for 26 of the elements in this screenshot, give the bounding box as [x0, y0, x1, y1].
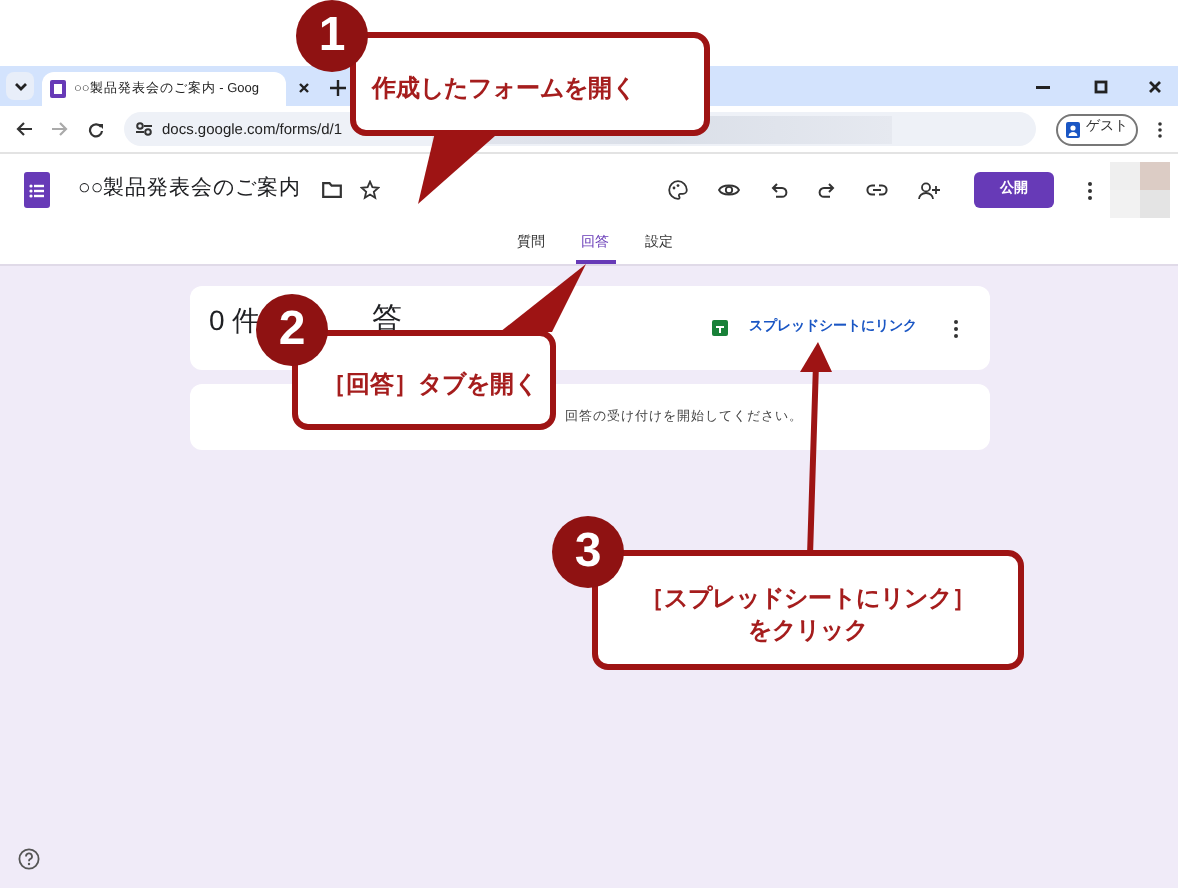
site-settings-icon[interactable]	[136, 122, 152, 136]
spreadsheet-icon	[711, 320, 727, 336]
form-title: ○○製品発表会のご案内	[78, 174, 302, 205]
add-person-icon[interactable]	[918, 181, 940, 199]
minimize-icon[interactable]	[1036, 86, 1050, 90]
help-icon[interactable]	[18, 848, 40, 870]
close-icon[interactable]	[298, 82, 310, 94]
folder-icon[interactable]	[321, 182, 342, 198]
tab-list-button[interactable]	[6, 72, 34, 100]
link-icon[interactable]	[866, 184, 888, 196]
redo-icon[interactable]	[818, 182, 836, 198]
forms-logo-icon	[24, 172, 50, 208]
eye-icon[interactable]	[718, 182, 740, 198]
star-icon[interactable]	[359, 180, 380, 200]
palette-icon[interactable]	[668, 180, 688, 200]
reload-icon[interactable]	[88, 121, 104, 137]
new-tab-icon[interactable]	[330, 80, 346, 96]
undo-icon[interactable]	[770, 182, 788, 198]
person-icon	[1066, 121, 1080, 137]
back-icon[interactable]	[16, 122, 32, 136]
response-count: 0 件	[209, 301, 261, 339]
maximize-icon[interactable]	[1094, 80, 1108, 94]
close-icon[interactable]	[1148, 80, 1162, 94]
callout-pointer	[500, 264, 586, 332]
forms-icon	[50, 80, 66, 98]
caret-icon	[13, 81, 27, 91]
